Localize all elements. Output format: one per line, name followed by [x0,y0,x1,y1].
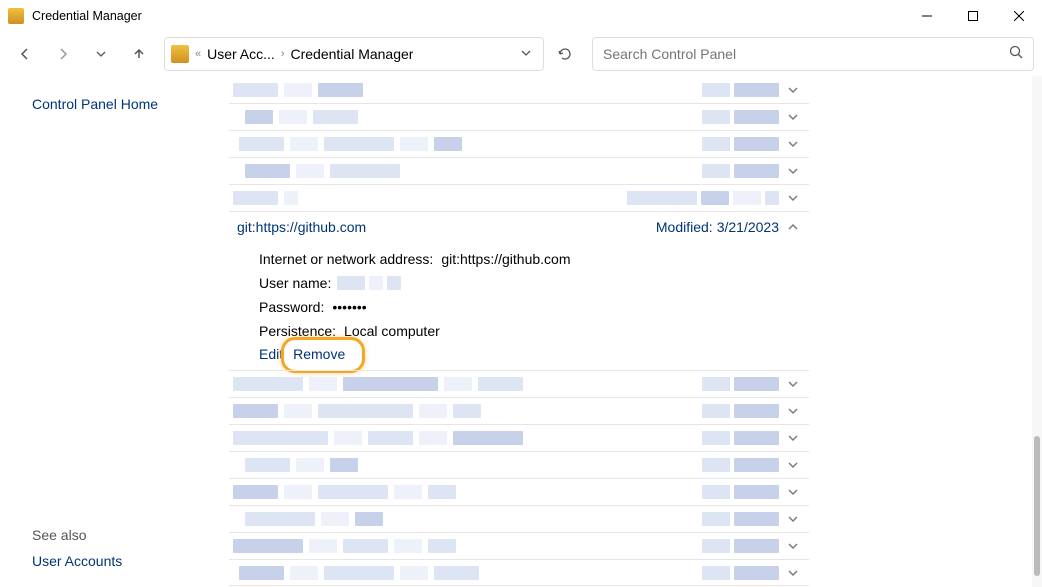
up-button[interactable] [122,37,156,71]
chevron-down-icon[interactable] [785,376,801,392]
modified-label: Modified:3/21/2023 [656,219,779,235]
title-bar: Credential Manager [0,0,1042,32]
content-area: git:https://github.com Modified:3/21/202… [205,76,1042,587]
credential-row[interactable] [229,130,809,157]
chevron-down-icon[interactable] [785,538,801,554]
address-label: Internet or network address: [259,251,433,267]
credential-expanded: git:https://github.com Modified:3/21/202… [229,211,809,370]
user-accounts-link[interactable]: User Accounts [32,553,205,569]
credential-row[interactable] [229,103,809,130]
persistence-value: Local computer [344,323,440,339]
see-also-label: See also [32,527,205,543]
credential-title: git:https://github.com [229,219,366,235]
credential-row[interactable] [229,157,809,184]
folder-icon [171,45,189,63]
remove-link[interactable]: Remove [293,346,345,362]
chevron-right-icon: › [279,48,287,60]
navigation-bar: « User Acc... › Credential Manager [8,32,1034,76]
chevron-down-icon[interactable] [785,511,801,527]
chevron-down-icon[interactable] [785,457,801,473]
chevron-up-icon[interactable] [785,219,801,235]
breadcrumb-part-1[interactable]: User Acc... [207,46,275,62]
chevron-left-icon: « [193,48,203,60]
credential-row[interactable] [229,370,809,397]
credential-header[interactable]: git:https://github.com Modified:3/21/202… [229,212,809,242]
recent-dropdown[interactable] [84,37,118,71]
search-box[interactable] [592,37,1034,71]
search-icon[interactable] [1009,45,1023,64]
credential-row[interactable] [229,184,809,211]
chevron-down-icon[interactable] [785,163,801,179]
chevron-down-icon[interactable] [785,136,801,152]
scrollbar[interactable] [1032,76,1042,587]
back-button[interactable] [8,37,42,71]
password-label: Password: [259,299,324,315]
chevron-down-icon[interactable] [785,82,801,98]
credential-row[interactable] [229,559,809,586]
breadcrumb[interactable]: « User Acc... › Credential Manager [164,37,544,71]
chevron-down-icon[interactable] [785,484,801,500]
credential-row[interactable] [229,76,809,103]
window-title: Credential Manager [32,9,142,23]
scrollbar-thumb[interactable] [1034,436,1040,576]
edit-link[interactable]: Edit [259,346,283,362]
persistence-label: Persistence: [259,323,336,339]
chevron-down-icon[interactable] [785,190,801,206]
app-icon [8,8,24,24]
breadcrumb-part-2[interactable]: Credential Manager [290,46,413,62]
minimize-button[interactable] [904,0,950,32]
username-label: User name: [259,275,331,291]
search-input[interactable] [603,46,1009,62]
sidebar: Control Panel Home See also User Account… [0,76,205,587]
forward-button[interactable] [46,37,80,71]
chevron-down-icon[interactable] [785,430,801,446]
credential-row[interactable] [229,424,809,451]
control-panel-home-link[interactable]: Control Panel Home [32,96,205,112]
maximize-button[interactable] [950,0,996,32]
credential-list: git:https://github.com Modified:3/21/202… [229,76,809,586]
close-button[interactable] [996,0,1042,32]
refresh-button[interactable] [548,37,582,71]
address-value: git:https://github.com [441,251,570,267]
chevron-down-icon[interactable] [785,565,801,581]
credential-row[interactable] [229,478,809,505]
chevron-down-icon[interactable] [785,109,801,125]
credential-row[interactable] [229,451,809,478]
password-value: ••••••• [332,299,366,315]
chevron-down-icon[interactable] [785,403,801,419]
credential-row[interactable] [229,532,809,559]
credential-row[interactable] [229,397,809,424]
breadcrumb-dropdown[interactable] [515,48,537,61]
credential-row[interactable] [229,505,809,532]
